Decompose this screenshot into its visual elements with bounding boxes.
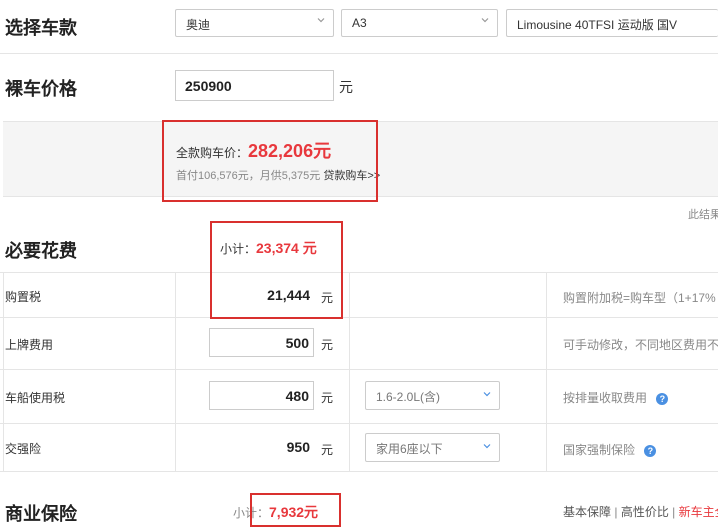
- bare-price-title: 裸车价格: [5, 79, 77, 99]
- brand-select-value: 奥迪: [186, 18, 211, 32]
- displacement-select-value: 1.6-2.0L(含): [376, 390, 441, 404]
- tab-new-owner[interactable]: 新车主全: [679, 505, 718, 519]
- vehicle-tax-input[interactable]: 480: [209, 381, 314, 410]
- chevron-down-icon: [317, 18, 325, 23]
- row-hint: 国家强制保险 ?: [563, 441, 657, 458]
- row-hint: 购置附加税=购车型（1+17%: [563, 291, 716, 305]
- divider: [3, 272, 4, 472]
- divider: [0, 53, 718, 54]
- divider: [175, 272, 176, 472]
- tab-value[interactable]: 高性价比: [621, 505, 669, 519]
- version-select-value: Limousine 40TFSI 运动版 国V: [517, 18, 678, 32]
- compulsory-insurance-value: 950: [286, 439, 310, 455]
- help-icon[interactable]: ?: [656, 392, 669, 405]
- divider: [0, 471, 718, 472]
- unit-label: 元: [321, 338, 334, 352]
- divider: [0, 369, 718, 370]
- row-hint-text: 按排量收取费用: [563, 391, 648, 405]
- brand-select[interactable]: 奥迪: [175, 9, 334, 37]
- unit-label: 元: [321, 391, 334, 405]
- table-row-label: 上牌费用: [5, 338, 54, 352]
- bare-price-input[interactable]: 250900: [175, 70, 334, 101]
- insurance-plan-tabs: 基本保障 | 高性价比 | 新车主全: [563, 503, 718, 520]
- seat-type-select[interactable]: 家用6座以下: [365, 433, 500, 462]
- help-icon[interactable]: ?: [644, 444, 657, 457]
- chevron-down-icon: [483, 444, 491, 449]
- row-hint: 可手动修改，不同地区费用不: [563, 338, 718, 352]
- row-hint: 按排量收取费用 ?: [563, 389, 669, 406]
- commercial-insurance-title: 商业保险: [5, 504, 77, 524]
- tab-basic[interactable]: 基本保障: [563, 505, 611, 519]
- divider: [0, 317, 718, 318]
- version-select[interactable]: Limousine 40TFSI 运动版 国V: [506, 9, 718, 37]
- divider: [0, 272, 718, 273]
- result-note: 此结果: [688, 209, 718, 221]
- unit-label: 元: [321, 443, 334, 457]
- highlight-box: [162, 120, 378, 202]
- table-row-label: 交强险: [5, 442, 42, 456]
- table-row-label: 车船使用税: [5, 391, 66, 405]
- highlight-box: [250, 493, 341, 527]
- table-row-label: 购置税: [5, 290, 42, 304]
- select-car-title: 选择车款: [5, 18, 77, 38]
- seat-type-select-value: 家用6座以下: [376, 442, 443, 456]
- divider: [546, 272, 547, 472]
- registration-fee-input[interactable]: 500: [209, 328, 314, 357]
- model-select[interactable]: A3: [341, 9, 498, 37]
- highlight-box: [210, 221, 343, 319]
- chevron-down-icon: [481, 18, 489, 23]
- model-select-value: A3: [352, 16, 367, 30]
- divider: [0, 423, 718, 424]
- divider: [349, 272, 350, 472]
- bare-price-unit: 元: [339, 79, 353, 95]
- row-hint-text: 国家强制保险: [563, 443, 636, 457]
- displacement-select[interactable]: 1.6-2.0L(含): [365, 381, 500, 410]
- chevron-down-icon: [483, 392, 491, 397]
- required-costs-title: 必要花费: [5, 241, 77, 261]
